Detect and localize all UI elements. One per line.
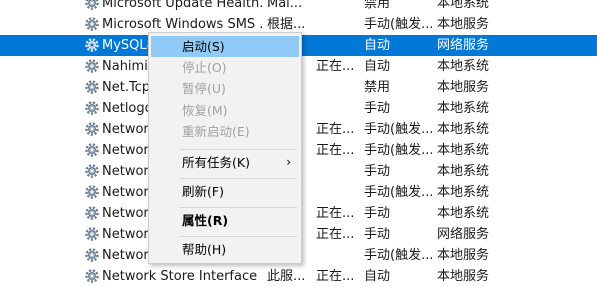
service-logon-as: 网络服务 [437,227,490,242]
service-logon-as: 本地服务 [437,80,490,95]
service-startup-type: 手动(触发... [364,143,432,158]
service-logon-as: 本地系统 [437,164,490,179]
service-startup-type: 手动 [364,101,391,116]
menu-item-all-tasks-label: 所有任务(K) [182,155,250,170]
service-logon-as: 本地服务 [437,269,490,284]
gear-icon [85,0,99,10]
service-logon-as: 本地系统 [437,185,490,200]
menu-item-pause: 暂停(U) [182,81,226,96]
menu-item-resume: 恢复(M) [182,103,228,118]
service-status: 正在... [316,122,355,137]
menu-item-restart: 重新启动(E) [182,124,250,139]
service-status: 正在... [316,227,355,242]
gear-icon [85,38,99,52]
menu-item-stop: 停止(O) [182,60,227,75]
service-startup-type: 禁用 [364,0,391,11]
gear-icon [85,248,99,262]
service-status: 正在... [316,269,355,284]
service-row[interactable]: Network Store Interface ... 此服... 正在... … [0,266,597,287]
menu-item-all-tasks[interactable]: 所有任务(K) › [151,152,299,173]
service-logon-as: 本地系统 [437,59,490,74]
gear-icon [85,227,99,241]
service-startup-type: 手动 [364,164,391,179]
menu-item-properties[interactable]: 属性(R) [151,210,299,231]
service-row[interactable]: Microsoft Update Health... Mai... 禁用 本地系… [0,0,597,14]
service-status: 正在... [316,143,355,158]
menu-separator [179,149,297,150]
service-logon-as: 本地系统 [437,0,490,11]
service-name: Microsoft Update Health... [102,0,262,11]
service-description: 此服... [267,269,306,284]
service-startup-type: 手动(触发... [364,248,432,263]
gear-icon [85,17,99,31]
menu-item-start[interactable]: 启动(S) [151,36,299,57]
chevron-right-icon: › [286,155,291,169]
gear-icon [85,164,99,178]
service-logon-as: 网络服务 [437,38,490,53]
service-name: Network Store Interface ... [102,269,262,284]
gear-icon [85,143,99,157]
service-startup-type: 手动(触发... [364,185,432,200]
gear-icon [85,122,99,136]
gear-icon [85,59,99,73]
gear-icon [85,206,99,220]
service-startup-type: 禁用 [364,80,391,95]
service-startup-type: 手动 [364,227,391,242]
service-logon-as: 本地系统 [437,122,490,137]
service-startup-type: 自动 [364,59,391,74]
service-startup-type: 自动 [364,38,391,53]
service-logon-as: 本地服务 [437,17,490,32]
service-startup-type: 手动(触发... [364,122,432,137]
menu-separator [179,178,297,179]
service-logon-as: 本地服务 [437,248,490,263]
service-logon-as: 本地系统 [437,101,490,116]
service-logon-as: 本地系统 [437,143,490,158]
service-startup-type: 手动 [364,206,391,221]
gear-icon [85,80,99,94]
service-startup-type: 手动(触发... [364,17,432,32]
service-startup-type: 自动 [364,269,391,284]
context-menu: 启动(S) 停止(O) 暂停(U) 恢复(M) 重新启动(E) 所有任务(K) … [148,32,302,264]
service-logon-as: 本地系统 [437,206,490,221]
gear-icon [85,269,99,283]
service-status: 正在... [316,206,355,221]
menu-item-help[interactable]: 帮助(H) [151,239,299,260]
menu-separator [179,207,297,208]
gear-icon [85,101,99,115]
gear-icon [85,185,99,199]
menu-item-refresh[interactable]: 刷新(F) [151,181,299,202]
service-status: 正在... [316,59,355,74]
service-description: Mai... [267,0,303,11]
menu-separator [179,236,297,237]
